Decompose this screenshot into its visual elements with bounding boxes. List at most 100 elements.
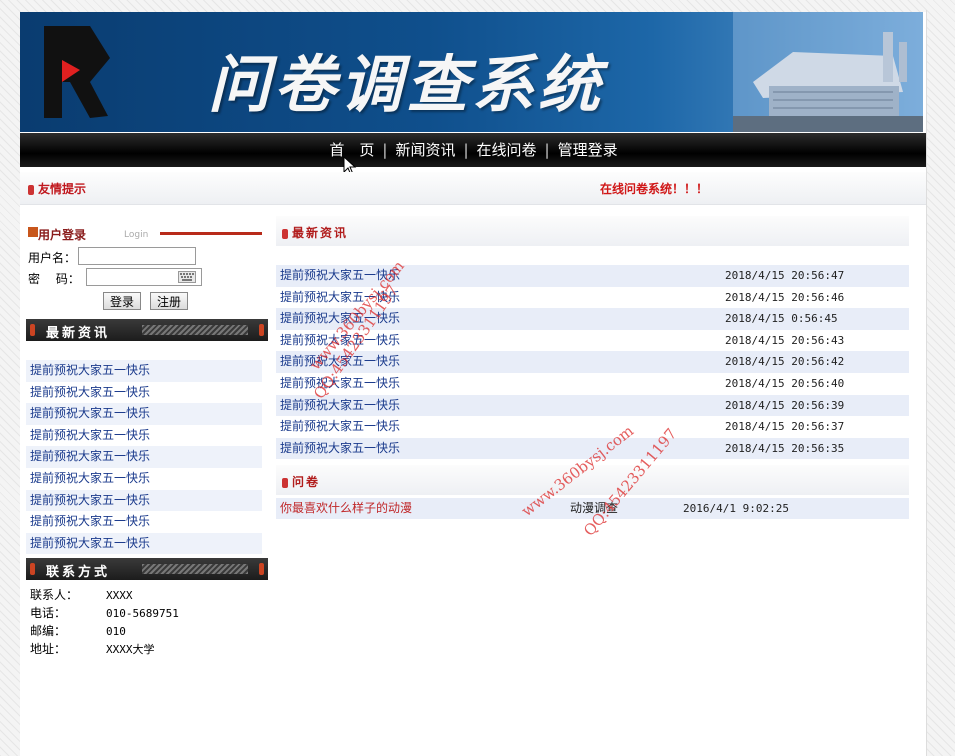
page-border [926, 10, 927, 756]
news-title-link[interactable]: 提前预祝大家五一快乐 [280, 308, 400, 329]
contact-key: 电话： [30, 606, 67, 620]
notice-title: 友情提示 [28, 180, 86, 197]
keyboard-icon[interactable] [178, 271, 196, 283]
news-date: 2018/4/15 20:56:39 [725, 398, 845, 412]
side-news-item[interactable]: 提前预祝大家五一快乐 [26, 511, 262, 533]
news-title-link[interactable]: 提前预祝大家五一快乐 [280, 416, 400, 437]
table-row: 提前预祝大家五一快乐 2018/4/15 20:56:43 [276, 330, 909, 352]
news-date: 2018/4/15 0:56:45 [725, 312, 838, 326]
table-row: 提前预祝大家五一快乐 2018/4/15 20:56:37 [276, 416, 909, 438]
news-title-link[interactable]: 提前预祝大家五一快乐 [280, 265, 400, 286]
main-news-title-wrap: 最新资讯 [282, 224, 348, 241]
nav-item-news[interactable]: 新闻资讯 [389, 141, 461, 159]
news-title-link[interactable]: 提前预祝大家五一快乐 [280, 330, 400, 351]
header-cap-icon [30, 324, 35, 336]
news-date: 2018/4/15 20:56:42 [725, 355, 845, 369]
news-title-link[interactable]: 提前预祝大家五一快乐 [280, 438, 400, 459]
contact-key: 地址： [30, 642, 67, 656]
questionnaire-title: 问卷 [292, 475, 321, 489]
side-news-item[interactable]: 提前预祝大家五一快乐 [26, 403, 262, 425]
main-news-title: 最新资讯 [292, 226, 349, 240]
table-row: 提前预祝大家五一快乐 2018/4/15 20:56:47 [276, 265, 909, 287]
login-subtitle: Login [124, 230, 149, 240]
login-button[interactable]: 登录 [103, 292, 142, 310]
site-title: 问卷调查系统 [208, 48, 605, 121]
questionnaire-header: 问卷 [276, 465, 909, 495]
table-row: 你最喜欢什么样子的动漫 动漫调查 2016/4/1 9:02:25 [276, 498, 909, 519]
side-news-item[interactable]: 提前预祝大家五一快乐 [26, 489, 262, 512]
header-cap-icon [30, 563, 35, 575]
news-date: 2018/4/15 20:56:37 [725, 420, 845, 434]
page: 问卷调查系统 首 页 | 新闻资讯 | 在线问卷 | 管理登录 友情提示 在线问卷系统！！！… [20, 12, 927, 756]
contact-info: 联系人： XXXX 电话： 010-5689751 邮编： 010 地址： XXXX大学 [30, 586, 179, 658]
side-news-item[interactable]: 提前预祝大家五一快乐 [26, 382, 262, 404]
news-date: 2018/4/15 20:56:46 [725, 290, 845, 304]
register-button[interactable]: 注册 [150, 292, 189, 310]
side-news-item[interactable]: 提前预祝大家五一快乐 [26, 532, 262, 555]
questionnaire-link[interactable]: 你最喜欢什么样子的动漫 [280, 498, 412, 519]
tab-marker-icon [282, 228, 288, 239]
questionnaire-date: 2016/4/1 9:02:25 [683, 502, 789, 515]
questionnaire-title-wrap: 问卷 [282, 473, 320, 490]
table-row: 提前预祝大家五一快乐 2018/4/15 20:56:39 [276, 394, 909, 417]
news-date: 2018/4/15 20:56:43 [725, 333, 845, 347]
site-banner: 问卷调查系统 [20, 12, 923, 132]
login-header: 用户登录 Login [28, 222, 268, 246]
header-cap-icon [259, 563, 264, 575]
building-graphic-icon [733, 12, 923, 132]
username-input[interactable] [78, 247, 196, 265]
side-news-item[interactable]: 提前预祝大家五一快乐 [26, 468, 262, 490]
contact-row: 邮编： 010 [30, 622, 179, 640]
login-title: 用户登录 [38, 228, 87, 242]
side-news-item[interactable]: 提前预祝大家五一快乐 [26, 360, 262, 382]
nav-item-admin-login[interactable]: 管理登录 [552, 141, 624, 159]
contact-title: 联系方式 [46, 565, 111, 580]
header-cap-icon [259, 324, 264, 336]
side-news-title: 最新资讯 [46, 326, 111, 341]
contact-row: 联系人： XXXX [30, 586, 179, 604]
username-label: 用户名： [28, 251, 77, 265]
table-row: 提前预祝大家五一快乐 2018/4/15 20:56:42 [276, 351, 909, 373]
table-row: 提前预祝大家五一快乐 2018/4/15 0:56:45 [276, 308, 909, 330]
contact-row: 电话： 010-5689751 [30, 604, 179, 622]
nav-separator: | [544, 141, 550, 159]
news-title-link[interactable]: 提前预祝大家五一快乐 [280, 395, 400, 416]
table-row: 提前预祝大家五一快乐 2018/4/15 20:56:46 [276, 287, 909, 309]
side-news-header: 最新资讯 [26, 319, 268, 341]
header-stripes [142, 325, 248, 335]
side-news-list: 提前预祝大家五一快乐 提前预祝大家五一快乐 提前预祝大家五一快乐 提前预祝大家五… [26, 360, 262, 555]
questionnaire-category: 动漫调查 [570, 501, 619, 515]
nav-separator: | [463, 141, 469, 159]
site-logo-icon [44, 26, 110, 118]
news-date: 2018/4/15 20:56:35 [725, 441, 845, 455]
table-row: 提前预祝大家五一快乐 2018/4/15 20:56:35 [276, 437, 909, 460]
contact-key: 邮编： [30, 624, 67, 638]
contact-value: 010 [106, 625, 126, 638]
notice-message: 在线问卷系统！！！ [600, 182, 709, 196]
notice-title-text: 友情提示 [38, 182, 87, 196]
contact-row: 地址： XXXX大学 [30, 640, 179, 658]
news-title-link[interactable]: 提前预祝大家五一快乐 [280, 287, 400, 308]
news-date: 2018/4/15 20:56:40 [725, 376, 845, 390]
username-row: 用户名： [28, 247, 196, 266]
news-title-link[interactable]: 提前预祝大家五一快乐 [280, 373, 400, 394]
main-news-header: 最新资讯 [276, 216, 909, 246]
contact-value: 010-5689751 [106, 607, 179, 620]
nav-item-questionnaire[interactable]: 在线问卷 [471, 141, 543, 159]
contact-value: XXXX大学 [106, 643, 155, 656]
main-news-list: 提前预祝大家五一快乐 2018/4/15 20:56:47 提前预祝大家五一快乐 2… [276, 265, 909, 460]
password-label: 密 码： [28, 272, 80, 286]
news-title-link[interactable]: 提前预祝大家五一快乐 [280, 351, 400, 372]
password-row: 密 码： [28, 268, 202, 287]
table-row: 提前预祝大家五一快乐 2018/4/15 20:56:40 [276, 373, 909, 395]
contact-key: 联系人： [30, 588, 79, 602]
tab-marker-icon [282, 477, 288, 488]
side-news-item[interactable]: 提前预祝大家五一快乐 [26, 425, 262, 447]
header-stripes [142, 564, 248, 574]
main-nav: 首 页 | 新闻资讯 | 在线问卷 | 管理登录 [20, 133, 927, 167]
side-news-item[interactable]: 提前预祝大家五一快乐 [26, 446, 262, 468]
arrow-right-icon [28, 227, 38, 237]
divider [160, 232, 262, 235]
tab-marker-icon [28, 184, 34, 195]
contact-header: 联系方式 [26, 558, 268, 580]
